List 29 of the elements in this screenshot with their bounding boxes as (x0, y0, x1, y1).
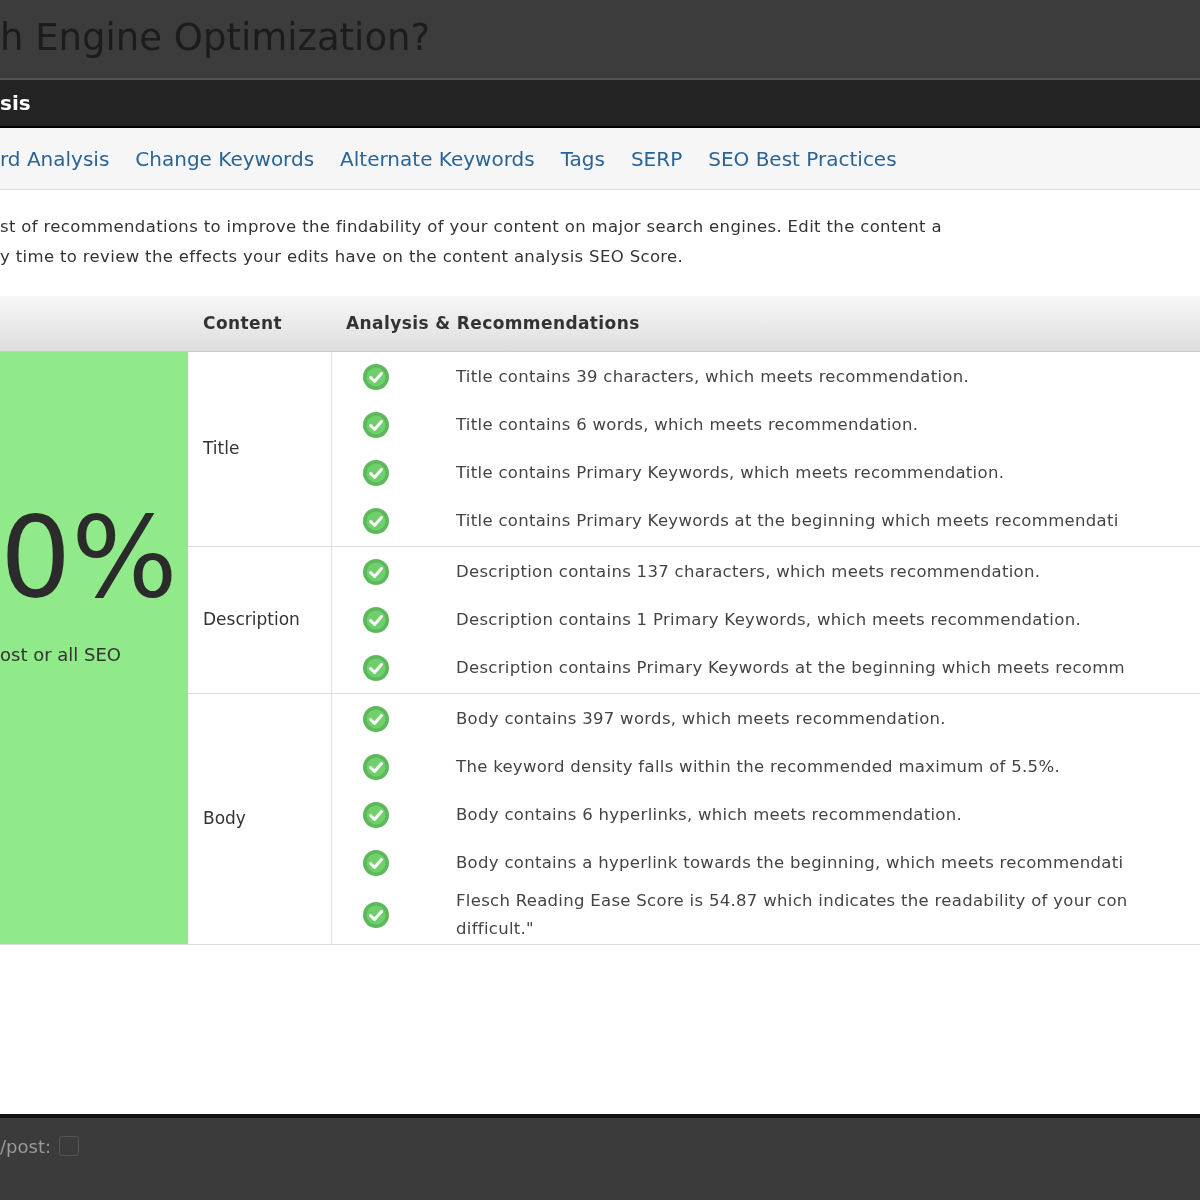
column-header: Analysis & Recommendations (332, 296, 1200, 352)
recommendation-text: Title contains 39 characters, which meets recommendation. (456, 366, 970, 388)
recommendation-text: Description contains 137 characters, which meets recommendation. (456, 561, 1041, 583)
recommendation-text: Body contains 397 words, which meets recommendation. (456, 708, 946, 730)
table-cell: Description (188, 547, 332, 694)
score-value: 0% (0, 491, 178, 624)
recommendation-text: Title contains Primary Keywords at the beginning which meets recommendati (456, 510, 1119, 532)
recommendation-text: Title contains 6 words, which meets recommendation. (456, 414, 919, 436)
nav-tab[interactable]: rd Analysis (0, 143, 110, 174)
table-cell: Body (188, 694, 332, 944)
recommendation-text: Body contains 6 hyperlinks, which meets recommendation. (456, 804, 963, 826)
column-header: Content (188, 296, 332, 352)
recommendation-text: Body contains a hyperlink towards the beginning, which meets recommendati (456, 852, 1124, 874)
panel-title: sis (0, 90, 31, 117)
field-label: /post: (0, 1134, 51, 1159)
nav-tab[interactable]: SERP (630, 143, 683, 174)
nav-tab[interactable]: Tags (560, 143, 605, 174)
score-caption: ost or all SEO (0, 643, 123, 667)
recommendation-text: Description contains Primary Keywords at the beginning which meets recomm (456, 657, 1125, 679)
recommendation-text: Flesch Reading Ease Score is 54.87 which indicates the readability of your con difficult." (456, 890, 1128, 940)
nav-tab[interactable]: SEO Best Practices (708, 143, 897, 174)
recommendation-text: Title contains Primary Keywords, which meets recommendation. (456, 462, 1005, 484)
nav-tab[interactable]: Alternate Keywords (340, 143, 535, 174)
recommendation-text: The keyword density falls within the recommended maximum of 5.5%. (456, 756, 1060, 778)
recommendation-text: Description contains 1 Primary Keywords, which meets recommendation. (456, 609, 1081, 631)
table-cell: Title (188, 352, 332, 547)
nav-tab[interactable]: Change Keywords (135, 143, 315, 174)
intro-text: st of recommendations to improve the findability of your content on major search engines. Edit the content a y time to review the effects your edits have on the content analysis SEO Score. (0, 216, 943, 268)
checkbox[interactable] (59, 1136, 79, 1156)
